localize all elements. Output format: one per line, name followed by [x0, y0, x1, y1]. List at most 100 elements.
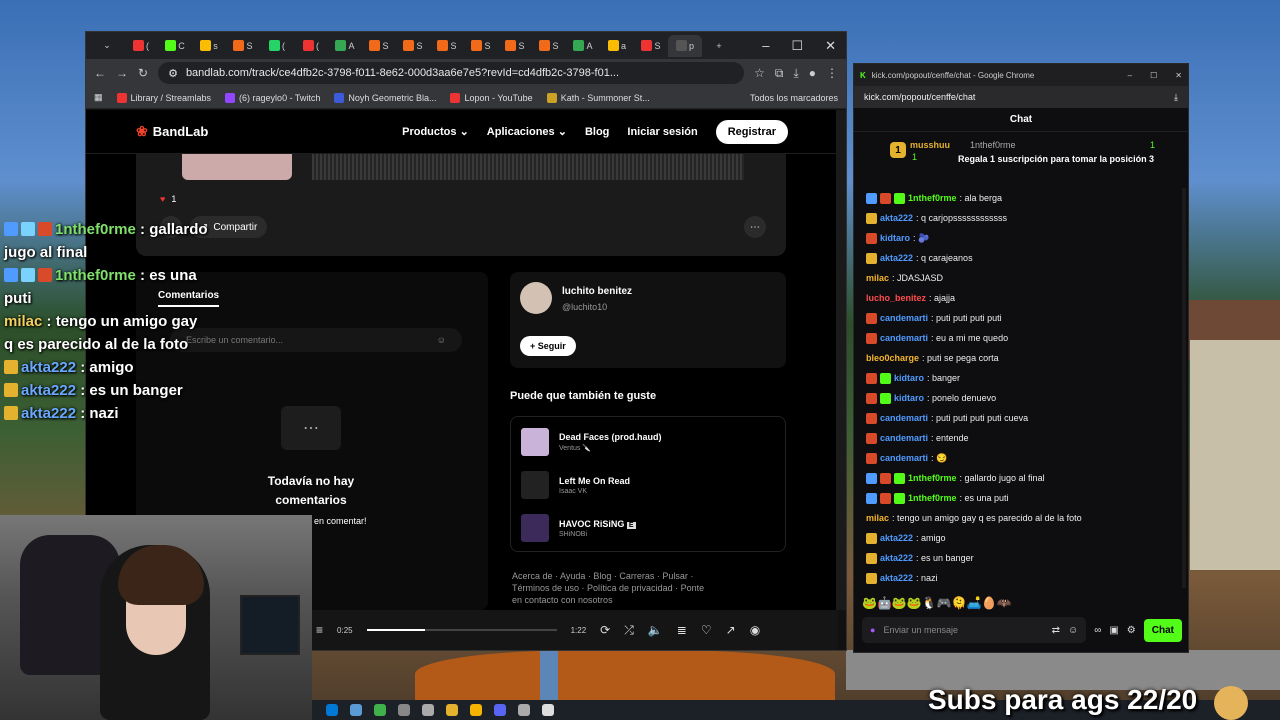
tab[interactable]: ( — [124, 35, 158, 57]
avatar[interactable] — [520, 282, 552, 314]
tab[interactable]: s — [192, 35, 226, 57]
extensions-icon[interactable]: ⧉ — [775, 66, 784, 81]
heart-icon[interactable]: ♡ — [701, 623, 712, 637]
maximize-icon[interactable]: ☐ — [1150, 71, 1157, 80]
follow-button[interactable]: + Seguir — [520, 336, 576, 356]
nav-login[interactable]: Iniciar sesión — [627, 126, 697, 138]
bookmark-item[interactable]: (6) rageylo0 - Twitch — [225, 92, 320, 103]
chat-username[interactable]: akta222 — [880, 533, 913, 543]
more-options-button[interactable]: ⋯ — [744, 216, 766, 238]
infinity-icon[interactable]: ∞ — [1094, 625, 1101, 636]
profile-icon[interactable]: ● — [809, 66, 816, 80]
chat-username[interactable]: 1nthef0rme — [908, 493, 957, 503]
new-tab-button[interactable]: + — [702, 35, 736, 57]
taskbar-app-icon[interactable] — [446, 704, 458, 716]
taskbar-app-icon[interactable] — [422, 704, 434, 716]
page-scrollbar[interactable] — [836, 110, 846, 610]
bookmark-item[interactable]: Library / Streamlabs — [116, 92, 211, 103]
bookmark-item[interactable]: Kath - Summoner St... — [546, 92, 650, 103]
taskbar-app-icon[interactable] — [494, 704, 506, 716]
leader-user-2[interactable]: 1nthef0rme — [970, 140, 1016, 150]
chat-username[interactable]: 1nthef0rme — [908, 473, 957, 483]
apps-icon[interactable]: ▦ — [94, 92, 103, 103]
chat-username[interactable]: akta222 — [880, 553, 913, 563]
taskbar-app-icon[interactable] — [350, 704, 362, 716]
volume-icon[interactable]: 🔈 — [648, 623, 663, 637]
send-chat-button[interactable]: Chat — [1143, 618, 1182, 642]
chat-username[interactable]: candemarti — [880, 313, 928, 323]
download-icon[interactable]: ⤓ — [1174, 92, 1178, 103]
nav-aplicaciones[interactable]: Aplicaciones ⌄ — [487, 125, 567, 138]
tab[interactable]: S — [430, 35, 464, 57]
chat-username[interactable]: candemarti — [880, 333, 928, 343]
taskbar-app-icon[interactable] — [374, 704, 386, 716]
close-icon[interactable]: ✕ — [825, 38, 836, 54]
list-item[interactable]: Left Me On Read Isaac VK — [521, 470, 771, 500]
bookmark-item[interactable]: Noyh Geometric Bla... — [334, 92, 436, 103]
download-icon[interactable]: ⤓ — [793, 66, 798, 81]
artist-name[interactable]: luchito benitez — [562, 286, 632, 297]
tab[interactable]: S — [498, 35, 532, 57]
bandlab-logo[interactable]: ❀ BandLab — [136, 123, 208, 140]
kick-address-bar[interactable]: kick.com/popout/cenffe/chat ⤓ — [854, 86, 1188, 108]
gear-icon[interactable]: ⚙ — [1127, 625, 1136, 636]
emoji-icon[interactable]: ☺ — [437, 335, 446, 345]
translate-icon[interactable]: ⇄ — [1052, 625, 1060, 636]
taskbar-app-icon[interactable] — [326, 704, 338, 716]
reload-icon[interactable]: ↻ — [138, 66, 148, 80]
tab[interactable]: S — [226, 35, 260, 57]
chat-username[interactable]: kidtaro — [894, 393, 924, 403]
chat-username[interactable]: akta222 — [880, 213, 913, 223]
chat-username[interactable]: milac — [866, 513, 889, 523]
list-item[interactable]: HAVOC RiSiNG E SHiNOBi — [521, 513, 771, 543]
chat-input[interactable]: ● Enviar un mensaje ⇄ ☺ — [862, 617, 1087, 643]
tab[interactable]: A — [566, 35, 600, 57]
bandlab-player-icon[interactable]: ◉ — [750, 623, 760, 637]
site-info-icon[interactable]: ⚙ — [168, 67, 178, 80]
minimize-icon[interactable]: – — [762, 38, 769, 54]
taskbar-app-icon[interactable] — [470, 704, 482, 716]
tab[interactable]: ( — [260, 35, 294, 57]
emote-bar[interactable]: 🐸🤖🐸🐸🐧🎮🫠🛋️🥚🦇 — [862, 596, 1011, 610]
chat-username[interactable]: kidtaro — [894, 373, 924, 383]
chat-username[interactable]: kidtaro — [880, 233, 910, 243]
waveform[interactable] — [312, 154, 744, 180]
chat-username[interactable]: candemarti — [880, 453, 928, 463]
taskbar-app-icon[interactable] — [542, 704, 554, 716]
menu-icon[interactable]: ⋮ — [826, 66, 838, 80]
bookmark-star-icon[interactable]: ☆ — [754, 66, 765, 80]
minimize-icon[interactable]: – — [1128, 71, 1132, 80]
tab[interactable]: S — [464, 35, 498, 57]
tab[interactable]: S — [532, 35, 566, 57]
gift-prompt[interactable]: Regala 1 suscripción para tomar la posic… — [958, 154, 1154, 164]
tab-search-button[interactable]: ⌄ — [90, 35, 124, 57]
close-icon[interactable]: ✕ — [1175, 71, 1182, 80]
taskbar-app-icon[interactable] — [518, 704, 530, 716]
forward-icon[interactable]: → — [116, 66, 128, 80]
tab[interactable]: S — [362, 35, 396, 57]
tab[interactable]: p — [668, 34, 702, 57]
tab[interactable]: A — [328, 35, 362, 57]
chat-username[interactable]: akta222 — [880, 253, 913, 263]
queue-icon[interactable]: ≡ — [316, 623, 323, 637]
tab[interactable]: S — [634, 35, 668, 57]
maximize-icon[interactable]: ☐ — [791, 38, 803, 54]
chat-username[interactable]: candemarti — [880, 413, 928, 423]
all-bookmarks[interactable]: Todos los marcadores — [750, 93, 838, 103]
chat-scrollbar[interactable] — [1182, 188, 1186, 588]
playlist-add-icon[interactable]: ≣ — [677, 623, 687, 637]
list-item[interactable]: Dead Faces (prod.haud) Ventus 🔪 — [521, 427, 771, 457]
tab[interactable]: ( — [294, 35, 328, 57]
tab[interactable]: a — [600, 35, 634, 57]
taskbar-app-icon[interactable] — [398, 704, 410, 716]
chat-username[interactable]: candemarti — [880, 433, 928, 443]
mic-icon[interactable]: ● — [870, 625, 875, 635]
back-icon[interactable]: ← — [94, 66, 106, 80]
nav-blog[interactable]: Blog — [585, 126, 609, 138]
footer-links[interactable]: Acerca de · Ayuda · Blog · Carreras · Pu… — [512, 570, 712, 606]
gift-icon[interactable]: ▣ — [1109, 625, 1118, 636]
chat-username[interactable]: bleo0charge — [866, 353, 919, 363]
address-bar[interactable]: ⚙ bandlab.com/track/ce4dfb2c-3798-f011-8… — [158, 62, 745, 84]
chat-username[interactable]: milac — [866, 273, 889, 283]
leader-user[interactable]: musshuu — [910, 140, 950, 150]
